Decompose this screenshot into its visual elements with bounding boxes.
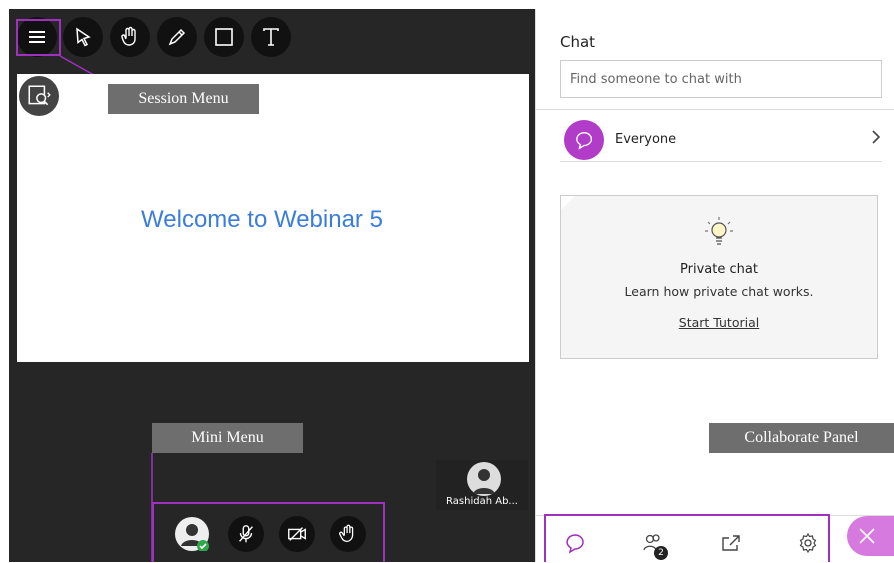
everyone-label: Everyone xyxy=(615,132,677,147)
shape-tool-button[interactable] xyxy=(204,17,244,57)
lightbulb-icon xyxy=(705,217,733,245)
collaborate-panel-label: Collaborate Panel xyxy=(709,423,894,453)
zoom-button[interactable] xyxy=(19,76,59,116)
user-avatar-icon xyxy=(175,517,209,551)
pointer-tool-button[interactable] xyxy=(63,17,103,57)
raise-hand-icon xyxy=(339,524,354,542)
hand-tool-button[interactable] xyxy=(110,17,150,57)
chevron-right-icon xyxy=(870,129,882,150)
chat-bubble-icon xyxy=(564,120,604,160)
hand-icon xyxy=(121,26,136,46)
microphone-off-icon xyxy=(239,525,253,543)
collaborate-panel-highlight xyxy=(544,514,830,562)
chat-panel: Chat Everyone Private chat Learn how pri… xyxy=(535,9,894,563)
mini-menu-label: Mini Menu xyxy=(152,423,303,453)
my-status-button[interactable] xyxy=(174,516,210,552)
pencil-icon xyxy=(168,28,186,46)
close-icon xyxy=(859,528,875,544)
text-icon xyxy=(263,28,279,46)
everyone-chat-item[interactable]: Everyone xyxy=(560,119,882,167)
avatar xyxy=(467,462,501,496)
participant-name: Rashidah Ab... xyxy=(446,496,518,507)
presentation-slide: Welcome to Webinar 5 xyxy=(17,74,529,362)
session-menu-highlight xyxy=(16,19,61,56)
close-panel-button[interactable] xyxy=(847,516,894,556)
divider xyxy=(536,109,894,110)
zoom-icon xyxy=(28,85,51,106)
pencil-tool-button[interactable] xyxy=(157,17,197,57)
card-corner xyxy=(561,196,575,210)
pointer-icon xyxy=(76,27,91,47)
slide-title: Welcome to Webinar 5 xyxy=(141,206,383,233)
camera-button[interactable] xyxy=(279,516,315,552)
private-chat-card: Private chat Learn how private chat work… xyxy=(560,195,878,359)
chat-search-input[interactable] xyxy=(560,60,882,98)
private-chat-description: Learn how private chat works. xyxy=(624,284,814,299)
private-chat-title: Private chat xyxy=(680,262,758,277)
rectangle-icon xyxy=(215,28,233,46)
start-tutorial-link[interactable]: Start Tutorial xyxy=(561,315,877,330)
camera-off-icon xyxy=(288,527,306,541)
chat-title: Chat xyxy=(560,33,596,51)
microphone-button[interactable] xyxy=(228,516,264,552)
text-tool-button[interactable] xyxy=(251,17,291,57)
participant-tile[interactable]: Rashidah Ab... xyxy=(436,460,528,510)
raise-hand-button[interactable] xyxy=(330,516,366,552)
session-menu-label: Session Menu xyxy=(108,84,259,114)
divider xyxy=(560,161,882,162)
